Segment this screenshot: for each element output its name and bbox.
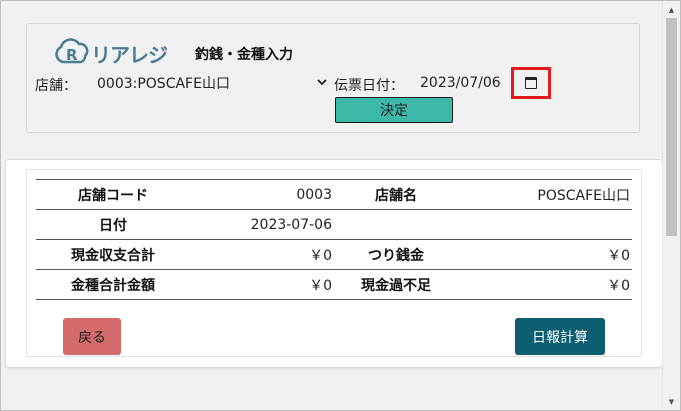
brand-name: リアレジ [91,42,168,67]
empty-value [458,210,632,240]
store-name-value: POSCAFE山口 [537,187,630,204]
table-row: 店舗コード 0003 店舗名 POSCAFE山口 [36,179,632,210]
chevron-down-icon [317,76,327,90]
store-code-label: 店舗コード [78,187,148,204]
vertical-scrollbar[interactable]: ▲ ▼ [662,1,680,410]
store-name-label: 店舗名 [375,187,417,204]
denomination-total-label: 金種合計金額 [71,277,155,294]
cash-discrepancy-value: ￥0 [607,277,630,294]
store-select[interactable]: 0003:POSCAFE山口 [95,72,327,94]
change-fund-label: つり銭金 [368,247,424,264]
date-row-value: 2023-07-06 [250,216,332,233]
date-input-value: 2023/07/06 [420,75,501,91]
store-select-value: 0003:POSCAFE山口 [97,76,230,92]
scroll-up-icon[interactable]: ▲ [663,1,680,18]
scroll-thumb[interactable] [666,18,677,236]
date-label: 伝票日付： [334,78,404,94]
store-code-value: 0003 [296,186,332,203]
rearegi-logo-icon: R [55,38,89,68]
summary-table: 店舗コード 0003 店舗名 POSCAFE山口 日付 2023-07-06 現… [36,179,632,300]
date-row-label: 日付 [99,217,127,234]
summary-inner-card: 店舗コード 0003 店舗名 POSCAFE山口 日付 2023-07-06 現… [26,169,642,357]
change-fund-value: ￥0 [607,247,630,264]
summary-card: 店舗コード 0003 店舗名 POSCAFE山口 日付 2023-07-06 現… [5,159,663,368]
logo: R リアレジ [55,38,168,68]
svg-text:R: R [66,46,78,64]
store-label: 店舗： [35,78,77,94]
daily-report-button[interactable]: 日報計算 [515,318,605,355]
cash-discrepancy-label: 現金過不足 [361,277,431,294]
header-panel: R リアレジ 釣銭・金種入力 店舗： 0003:POSCAFE山口 伝票日付： … [26,23,640,133]
table-row: 現金収支合計 ￥0 つり銭金 ￥0 [36,239,632,270]
page-title: 釣銭・金種入力 [195,47,293,63]
scroll-down-icon[interactable]: ▼ [663,393,680,410]
back-button[interactable]: 戻る [63,318,121,355]
calendar-picker-button[interactable] [511,67,551,99]
table-row: 日付 2023-07-06 [36,209,632,240]
table-row: 金種合計金額 ￥0 現金過不足 ￥0 [36,269,632,300]
empty-label [334,210,458,240]
date-input[interactable]: 2023/07/06 [420,72,501,94]
calendar-icon [525,77,537,89]
decide-button[interactable]: 決定 [335,97,453,123]
denomination-total-value: ￥0 [309,277,332,294]
cash-balance-total-value: ￥0 [309,247,332,264]
app-window: R リアレジ 釣銭・金種入力 店舗： 0003:POSCAFE山口 伝票日付： … [0,0,681,411]
cash-balance-total-label: 現金収支合計 [71,247,155,264]
